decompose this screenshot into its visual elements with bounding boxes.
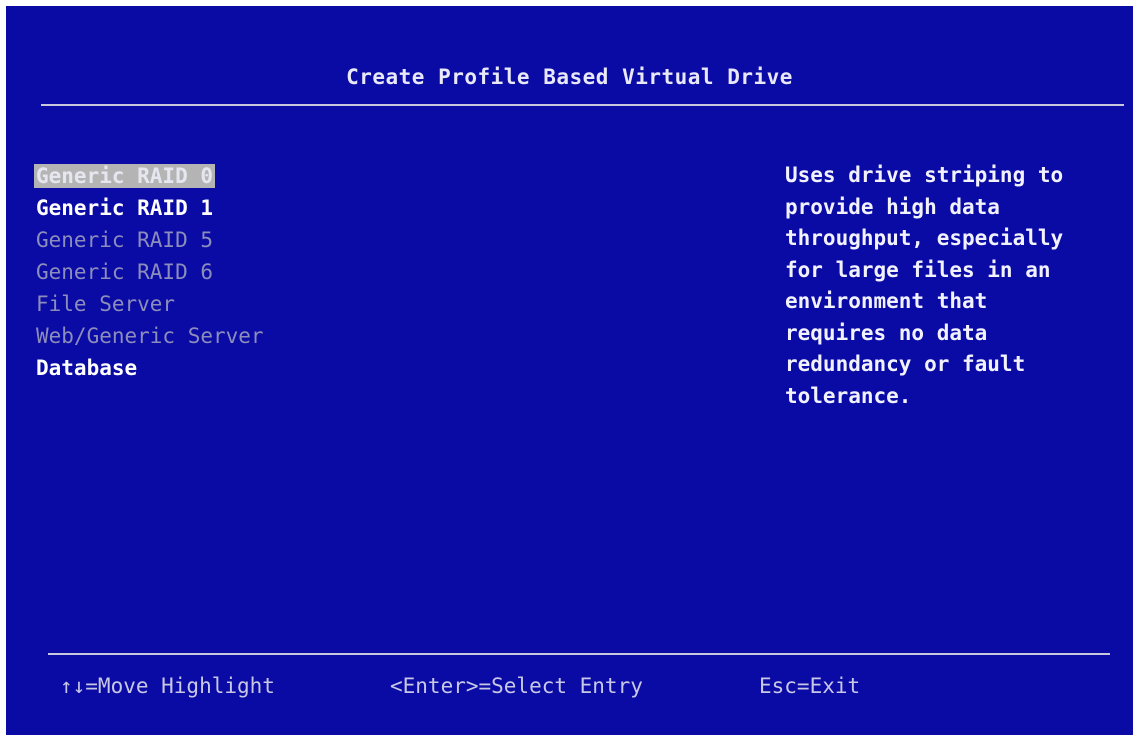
exit-hint: Esc=Exit bbox=[759, 674, 861, 698]
help-line: throughput, especially bbox=[785, 226, 1064, 250]
menu-item-generic-raid-0[interactable]: Generic RAID 0 bbox=[34, 160, 266, 192]
help-line: tolerance. bbox=[785, 383, 912, 408]
select-entry-hint: <Enter>=Select Entry bbox=[390, 674, 643, 698]
help-line: Uses drive striping to bbox=[785, 163, 1064, 187]
menu-item-web-generic-server: Web/Generic Server bbox=[34, 320, 266, 352]
menu-item-label: Generic RAID 1 bbox=[36, 196, 214, 220]
help-line: requires no data bbox=[785, 320, 988, 345]
page-title: Create Profile Based Virtual Drive bbox=[346, 65, 793, 89]
menu-item-generic-raid-6: Generic RAID 6 bbox=[34, 256, 266, 288]
move-highlight-hint: ↑↓=Move Highlight bbox=[60, 674, 275, 698]
help-line: provide high data bbox=[785, 194, 1000, 219]
menu-item-label: Database bbox=[36, 356, 138, 380]
menu-item-label: Generic RAID 5 bbox=[36, 228, 214, 252]
menu-item-generic-raid-1[interactable]: Generic RAID 1 bbox=[34, 192, 266, 224]
title-divider bbox=[41, 104, 1124, 106]
menu-item-file-server: File Server bbox=[34, 288, 266, 320]
menu-item-label: Web/Generic Server bbox=[36, 324, 264, 348]
key-hints-bar: ↑↓=Move Highlight <Enter>=Select Entry E… bbox=[6, 674, 1133, 704]
menu-item-label: Generic RAID 0 bbox=[34, 164, 216, 188]
help-line: redundancy or fault bbox=[785, 352, 1026, 376]
menu-item-generic-raid-5: Generic RAID 5 bbox=[34, 224, 266, 256]
menu-item-database[interactable]: Database bbox=[34, 352, 266, 384]
footer-divider bbox=[48, 653, 1110, 655]
help-line: for large files in an bbox=[785, 257, 1051, 282]
menu-item-label: Generic RAID 6 bbox=[36, 260, 214, 284]
help-panel: Uses drive striping to provide high data… bbox=[785, 160, 1115, 412]
profile-menu: Generic RAID 0 Generic RAID 1 Generic RA… bbox=[34, 160, 266, 384]
bios-setup-screen: Create Profile Based Virtual Drive Gener… bbox=[6, 6, 1133, 735]
menu-item-label: File Server bbox=[36, 292, 176, 316]
help-line: environment that bbox=[785, 289, 988, 313]
